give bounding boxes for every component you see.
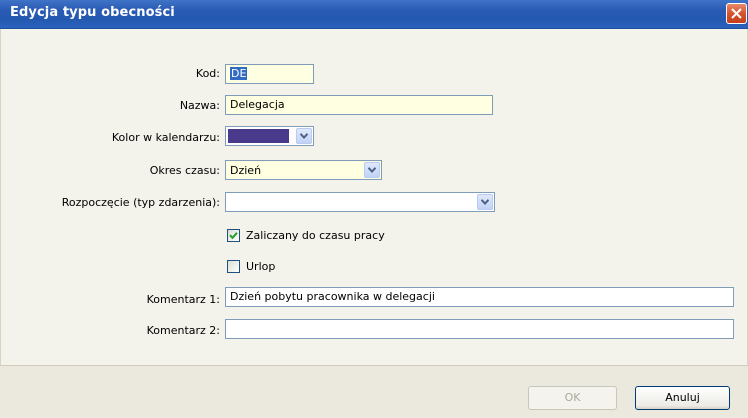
zaliczany-label[interactable]: Zaliczany do czasu pracy xyxy=(246,229,385,242)
chevron-down-icon xyxy=(300,133,308,139)
color-swatch xyxy=(228,129,289,143)
nazwa-value: Delegacja xyxy=(230,98,285,111)
cancel-button[interactable]: Anuluj xyxy=(635,386,730,410)
title-bar: Edycja typu obecności xyxy=(0,0,748,29)
komentarz1-value: Dzień pobytu pracownika w delegacji xyxy=(230,290,435,303)
kod-value: DE xyxy=(230,67,248,80)
chevron-down-icon xyxy=(481,199,489,205)
kolor-label: Kolor w kalendarzu: xyxy=(111,131,220,144)
chevron-down-icon xyxy=(368,167,376,173)
rozpoczecie-label: Rozpoczęcie (typ zdarzenia): xyxy=(61,196,220,209)
zaliczany-checkbox[interactable] xyxy=(227,229,240,242)
komentarz2-label: Komentarz 2: xyxy=(146,324,220,337)
okres-value: Dzień xyxy=(230,164,262,177)
komentarz2-input[interactable] xyxy=(225,319,734,339)
kolor-dropdown-button[interactable] xyxy=(296,128,312,144)
rozpoczecie-dropdown-button[interactable] xyxy=(477,194,493,210)
komentarz1-input[interactable]: Dzień pobytu pracownika w delegacji xyxy=(225,287,734,307)
urlop-label[interactable]: Urlop xyxy=(246,260,275,273)
nazwa-input[interactable]: Delegacja xyxy=(225,95,493,115)
kod-label: Kod: xyxy=(195,67,220,80)
ok-button[interactable]: OK xyxy=(528,386,617,410)
nazwa-label: Nazwa: xyxy=(179,99,220,112)
okres-dropdown-button[interactable] xyxy=(364,162,380,178)
close-button[interactable] xyxy=(726,3,747,24)
close-icon xyxy=(731,8,742,19)
kolor-select[interactable] xyxy=(225,126,314,146)
window-title: Edycja typu obecności xyxy=(10,5,175,20)
rozpoczecie-select[interactable] xyxy=(225,192,495,212)
okres-select[interactable]: Dzień xyxy=(225,160,382,180)
urlop-checkbox[interactable] xyxy=(227,260,240,273)
checkmark-icon xyxy=(229,232,238,240)
komentarz1-label: Komentarz 1: xyxy=(146,293,220,306)
kod-input[interactable]: DE xyxy=(225,64,314,84)
okres-label: Okres czasu: xyxy=(149,164,220,177)
